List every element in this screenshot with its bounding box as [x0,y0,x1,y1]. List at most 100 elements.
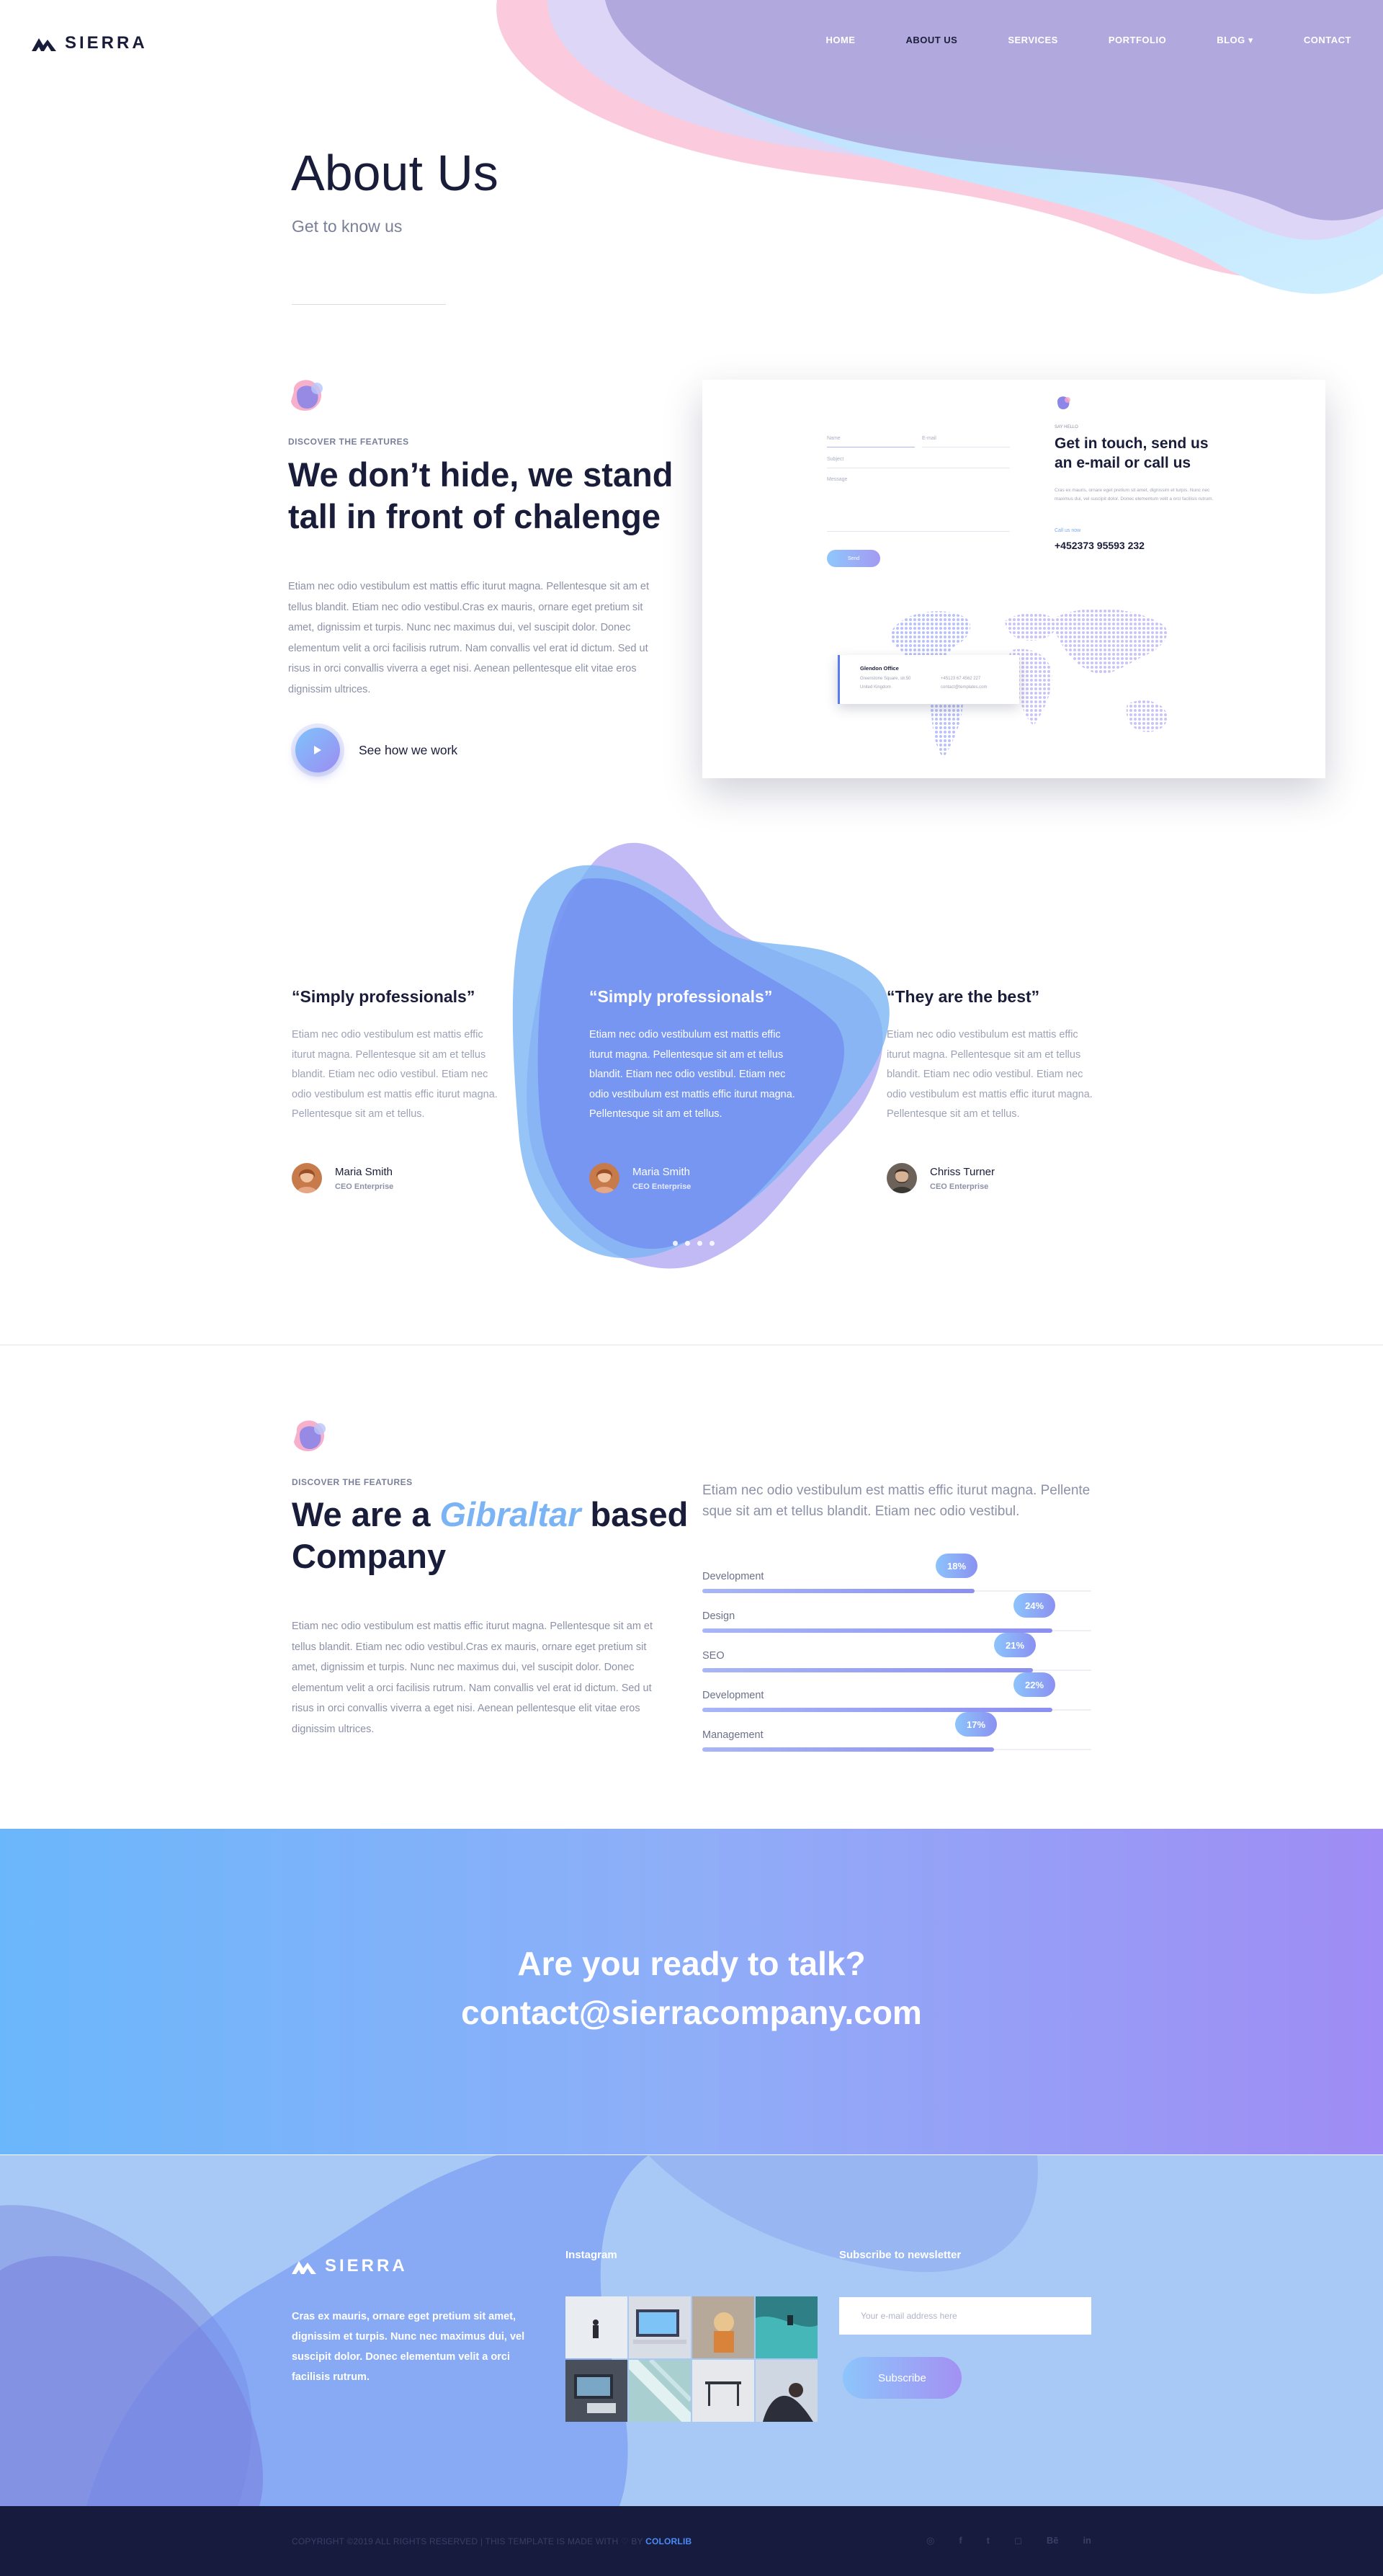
bottom-bar: COPYRIGHT ©2019 ALL RIGHTS RESERVED | TH… [0,2506,1383,2576]
play-label: See how we work [359,742,458,757]
author-name: Maria Smith [335,1165,393,1178]
features2-title: We are a Gibraltar based Company [292,1494,695,1577]
instagram-photo[interactable] [629,2360,691,2422]
hero-section: SIERRA HOME ABOUT US SERVICES PORTFOLIO … [0,0,1383,317]
carousel-dot[interactable] [685,1241,690,1246]
author-name: Chriss Turner [930,1165,995,1178]
instagram-photo[interactable] [629,2296,691,2358]
behance-icon[interactable]: Bē [1047,2535,1059,2546]
cc-blob-icon [1057,396,1070,409]
instagram-photo[interactable] [692,2360,754,2422]
features-title-line1: We don’t hide, we stand [288,455,673,494]
mountain-logo-icon [32,38,56,51]
colorlib-link[interactable]: COLORLIB [645,2536,692,2546]
carousel-dot[interactable] [710,1241,715,1246]
cc-message-field[interactable] [827,531,1010,532]
hero-divider [292,304,446,305]
subscribe-button[interactable]: Subscribe [843,2357,962,2399]
brand-name: SIERRA [65,33,148,53]
skill-percent-badge: 17% [955,1712,997,1737]
cta-heading: Are you ready to talk? [517,1945,866,1982]
office-email: contact@templates.com [941,685,988,690]
instagram-photo[interactable] [692,2296,754,2358]
page-subtitle: Get to know us [292,217,403,236]
cta-banner: Are you ready to talk? contact@sierracom… [0,1829,1383,2154]
facebook-icon[interactable]: f [959,2535,962,2546]
feature-blob-icon [294,1420,326,1452]
skill-percent-badge: 22% [1013,1672,1055,1697]
carousel-dot[interactable] [673,1241,678,1246]
testimonial-3-author: Chriss Turner CEO Enterprise [887,1163,995,1193]
features2-title-pre: We are a [292,1495,431,1533]
nav-contact[interactable]: CONTACT [1304,35,1351,46]
instagram-grid [565,2296,818,2422]
cc-description: Cras ex mauris, ornare eget pretium sit … [1055,488,1214,502]
instagram-photo[interactable] [565,2296,627,2358]
avatar [292,1163,322,1193]
feature-blob-icon [291,380,323,411]
author-name: Maria Smith [632,1165,691,1178]
main-nav: HOME ABOUT US SERVICES PORTFOLIO BLOG ▾ … [775,35,1351,46]
testimonial-quote: “Simply professionals” [292,987,475,1006]
footer-logo[interactable]: SIERRA [292,2256,408,2276]
carousel-dot[interactable] [697,1241,702,1246]
copyright-text: COPYRIGHT ©2019 ALL RIGHTS RESERVED | TH… [292,2536,643,2546]
skill-percent-badge: 21% [994,1633,1036,1657]
footer-brand-name: SIERRA [325,2256,408,2276]
features2-body: Etiam nec odio vestibulum est mattis eff… [292,1621,653,1735]
cc-call-label: Call us now [1055,528,1081,533]
features-eyebrow: DISCOVER THE FEATURES [288,437,409,447]
features2-title-highlight: Gibraltar [439,1495,581,1533]
author-role: CEO Enterprise [335,1182,394,1191]
skill-label: Management [702,1729,764,1741]
linkedin-icon[interactable]: in [1083,2535,1091,2546]
cc-email-label: E-mail [922,436,936,441]
contact-card-preview: Name E-mail Subject Message Send SAY HEL… [702,380,1325,778]
see-how-we-work-button[interactable]: See how we work [291,723,457,777]
footer-about: Cras ex mauris, ornare eget pretium sit … [292,2311,525,2383]
author-role: CEO Enterprise [632,1182,692,1191]
features-body: Etiam nec odio vestibulum est mattis eff… [288,581,650,695]
testimonial-quote: “They are the best” [887,987,1040,1006]
nav-home[interactable]: HOME [825,35,855,46]
cta-email[interactable]: contact@sierracompany.com [0,1993,1383,2032]
cc-send-button[interactable]: Send [827,550,880,567]
office-name: Glendon Office [860,665,899,672]
testimonial-1-author: Maria Smith CEO Enterprise [292,1163,393,1193]
newsletter-title: Subscribe to newsletter [839,2249,962,2261]
instagram-photo[interactable] [756,2360,818,2422]
cc-subject-label: Subject [827,457,844,462]
skill-fill [702,1668,1033,1672]
nav-services[interactable]: SERVICES [1008,35,1058,46]
nav-blog[interactable]: BLOG ▾ [1217,35,1253,46]
testimonial-2: “Simply professionals” Etiam nec odio ve… [589,987,798,1125]
skill-track [702,1747,1091,1752]
skill-label: Design [702,1610,735,1622]
testimonial-text: Etiam nec odio vestibulum est mattis eff… [887,1029,1093,1120]
nav-about-us[interactable]: ABOUT US [905,35,957,46]
brand-logo[interactable]: SIERRA [32,33,148,53]
twitter-icon[interactable]: t [987,2535,990,2546]
avatar [887,1163,917,1193]
nav-portfolio[interactable]: PORTFOLIO [1109,35,1166,46]
avatar [589,1163,619,1193]
instagram-photo[interactable] [756,2296,818,2358]
skill-track [702,1628,1091,1633]
cc-phone[interactable]: +452373 95593 232 [1055,540,1145,551]
skill-fill [702,1708,1052,1712]
testimonial-3: “They are the best” Etiam nec odio vesti… [887,987,1096,1125]
office-address-2: United Kingdom [860,685,891,690]
skill-fill [702,1589,975,1593]
newsletter-email-input[interactable] [839,2297,1091,2335]
play-button[interactable] [291,723,344,777]
instagram-icon[interactable]: ◻ [1014,2535,1022,2546]
social-links: ◎ f t ◻ Bē in [926,2535,1091,2546]
office-phone: +45123 67 4562 227 [941,677,981,681]
testimonial-1: “Simply professionals” Etiam nec odio ve… [292,987,501,1125]
features2-title-post: based [590,1495,689,1533]
skill-label: Development [702,1690,764,1701]
dribbble-icon[interactable]: ◎ [926,2535,934,2546]
instagram-photo[interactable] [565,2360,627,2422]
skill-label: SEO [702,1650,725,1662]
office-info-card: Glendon Office Greenstone Square, str.50… [838,655,1019,704]
